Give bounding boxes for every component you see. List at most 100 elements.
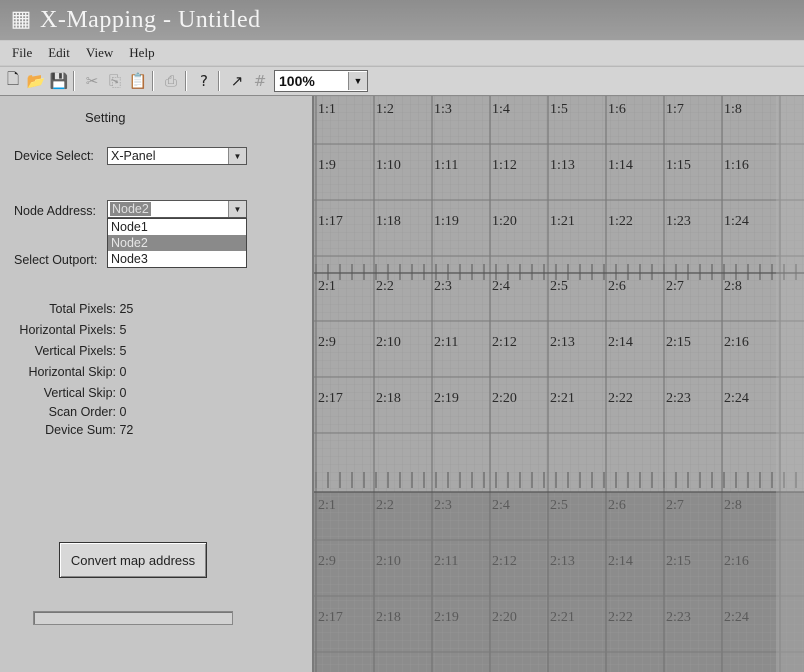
- mapping-grid[interactable]: 1:1 1:2 1:3 1:4 1:5 1:6 1:7 1:8 1:9 1:10 1:11 1:12 1…: [314, 96, 804, 672]
- stat-vertical-skip: Vertical Skip: 0: [0, 386, 127, 400]
- stat-label: Vertical Pixels:: [34, 344, 116, 358]
- toolbar-separator: [218, 71, 220, 91]
- cell-label: 2:21: [550, 391, 575, 406]
- cell-label: 1:15: [666, 158, 691, 173]
- cell-label: 1:5: [550, 102, 568, 117]
- cut-icon[interactable]: ✂: [82, 71, 102, 91]
- cell-label: 1:11: [434, 158, 458, 173]
- select-outport-label: Select Outport:: [14, 253, 98, 267]
- stat-value: 25: [119, 302, 134, 316]
- cell-label: 2:24: [724, 391, 749, 406]
- mapping-grid-canvas[interactable]: 1:1 1:2 1:3 1:4 1:5 1:6 1:7 1:8 1:9 1:10 1:11 1:12 1…: [314, 96, 804, 672]
- node-address-label: Node Address:: [14, 204, 96, 218]
- stat-value: 72: [119, 423, 134, 437]
- cell-label: 2:13: [550, 335, 575, 350]
- new-icon[interactable]: 🗋: [3, 70, 23, 91]
- cell-label: 1:9: [318, 158, 336, 173]
- toolbar: 🗋 📂 💾 ✂ ⎘ 📋 ⎙ ? ↗ # 100% ▼: [0, 66, 804, 96]
- cell-label: 2:21: [550, 610, 575, 625]
- grid-edge-strip: [776, 96, 804, 672]
- window-title: X-Mapping - Untitled: [40, 6, 261, 33]
- cell-label: 2:2: [376, 279, 394, 294]
- cell-label: 2:3: [434, 498, 452, 513]
- paste-icon[interactable]: 📋: [128, 71, 148, 91]
- cell-label: 1:3: [434, 102, 452, 117]
- toolbar-separator: [152, 71, 154, 91]
- app-grid-icon: ▦: [10, 7, 32, 32]
- stat-value: 0: [119, 365, 127, 379]
- stat-label: Horizontal Pixels:: [19, 323, 116, 337]
- cell-label: 2:15: [666, 554, 691, 569]
- cell-label: 1:4: [492, 102, 510, 117]
- cell-label: 2:2: [376, 498, 394, 513]
- cell-label: 1:18: [376, 214, 401, 229]
- cell-label: 2:8: [724, 279, 742, 294]
- cell-label: 2:19: [434, 610, 459, 625]
- cell-label: 2:11: [434, 554, 458, 569]
- node-address-dropdown: Node1 Node2 Node3: [107, 218, 247, 268]
- cell-label: 1:20: [492, 214, 517, 229]
- cell-label: 1:14: [608, 158, 633, 173]
- cell-label: 1:7: [666, 102, 684, 117]
- cell-label: 2:15: [666, 335, 691, 350]
- node-address-select[interactable]: Node2 ▼: [107, 200, 247, 218]
- progress-bar: [33, 611, 233, 625]
- pointer-icon[interactable]: ↗: [227, 71, 247, 91]
- stat-value: 5: [119, 323, 127, 337]
- node-address-value: Node2: [110, 202, 151, 216]
- dropdown-option[interactable]: Node1: [108, 219, 246, 235]
- cell-label: 2:23: [666, 391, 691, 406]
- help-icon[interactable]: ?: [194, 71, 214, 91]
- cell-label: 2:17: [318, 391, 343, 406]
- stat-label: Horizontal Skip:: [28, 365, 116, 379]
- chevron-down-icon[interactable]: ▼: [228, 148, 246, 164]
- cell-label: 1:2: [376, 102, 394, 117]
- stat-vertical-pixels: Vertical Pixels: 5: [0, 344, 127, 358]
- cell-label: 2:11: [434, 335, 458, 350]
- grid-icon[interactable]: #: [250, 71, 270, 91]
- panel-title: Setting: [85, 110, 126, 125]
- copy-icon[interactable]: ⎘: [105, 71, 125, 91]
- save-icon[interactable]: 💾: [49, 71, 69, 91]
- cell-label: 2:20: [492, 610, 517, 625]
- stat-label: Vertical Skip:: [43, 386, 116, 400]
- title-bar[interactable]: ▦ X-Mapping - Untitled: [0, 0, 804, 40]
- cell-label: 2:10: [376, 335, 401, 350]
- chevron-down-icon[interactable]: ▼: [228, 201, 246, 217]
- dropdown-option[interactable]: Node3: [108, 251, 246, 267]
- cell-label: 2:3: [434, 279, 452, 294]
- cell-label: 2:12: [492, 335, 517, 350]
- menu-file[interactable]: File: [12, 45, 32, 61]
- cell-label: 2:6: [608, 279, 626, 294]
- cell-label: 1:21: [550, 214, 575, 229]
- cell-label: 2:5: [550, 498, 568, 513]
- device-select[interactable]: X-Panel ▼: [107, 147, 247, 165]
- stat-device-sum: Device Sum: 72: [0, 423, 133, 437]
- convert-map-address-button[interactable]: Convert map address: [59, 542, 207, 578]
- open-icon[interactable]: 📂: [26, 71, 46, 91]
- cell-label: 2:18: [376, 391, 401, 406]
- cell-label: 2:1: [318, 498, 336, 513]
- stat-label: Device Sum:: [45, 423, 116, 437]
- cell-label: 2:24: [724, 610, 749, 625]
- zoom-select[interactable]: 100% ▼: [274, 70, 368, 92]
- cell-label: 2:1: [318, 279, 336, 294]
- cell-label: 1:23: [666, 214, 691, 229]
- cell-label: 2:4: [492, 498, 510, 513]
- stat-label: Total Pixels:: [49, 302, 116, 316]
- cell-label: 2:7: [666, 279, 684, 294]
- cell-label: 1:8: [724, 102, 742, 117]
- stat-total-pixels: Total Pixels: 25: [0, 302, 133, 316]
- stat-scan-order: Scan Order: 0: [0, 405, 127, 419]
- zoom-value: 100%: [279, 73, 315, 89]
- cell-label: 2:5: [550, 279, 568, 294]
- menu-view[interactable]: View: [86, 45, 113, 61]
- cell-label: 2:13: [550, 554, 575, 569]
- chevron-down-icon[interactable]: ▼: [348, 72, 367, 90]
- menu-edit[interactable]: Edit: [48, 45, 70, 61]
- print-icon[interactable]: ⎙: [161, 71, 181, 91]
- stat-horizontal-pixels: Horizontal Pixels: 5: [0, 323, 126, 337]
- dropdown-option-selected[interactable]: Node2: [108, 235, 246, 251]
- cell-label: 2:22: [608, 391, 633, 406]
- menu-help[interactable]: Help: [129, 45, 154, 61]
